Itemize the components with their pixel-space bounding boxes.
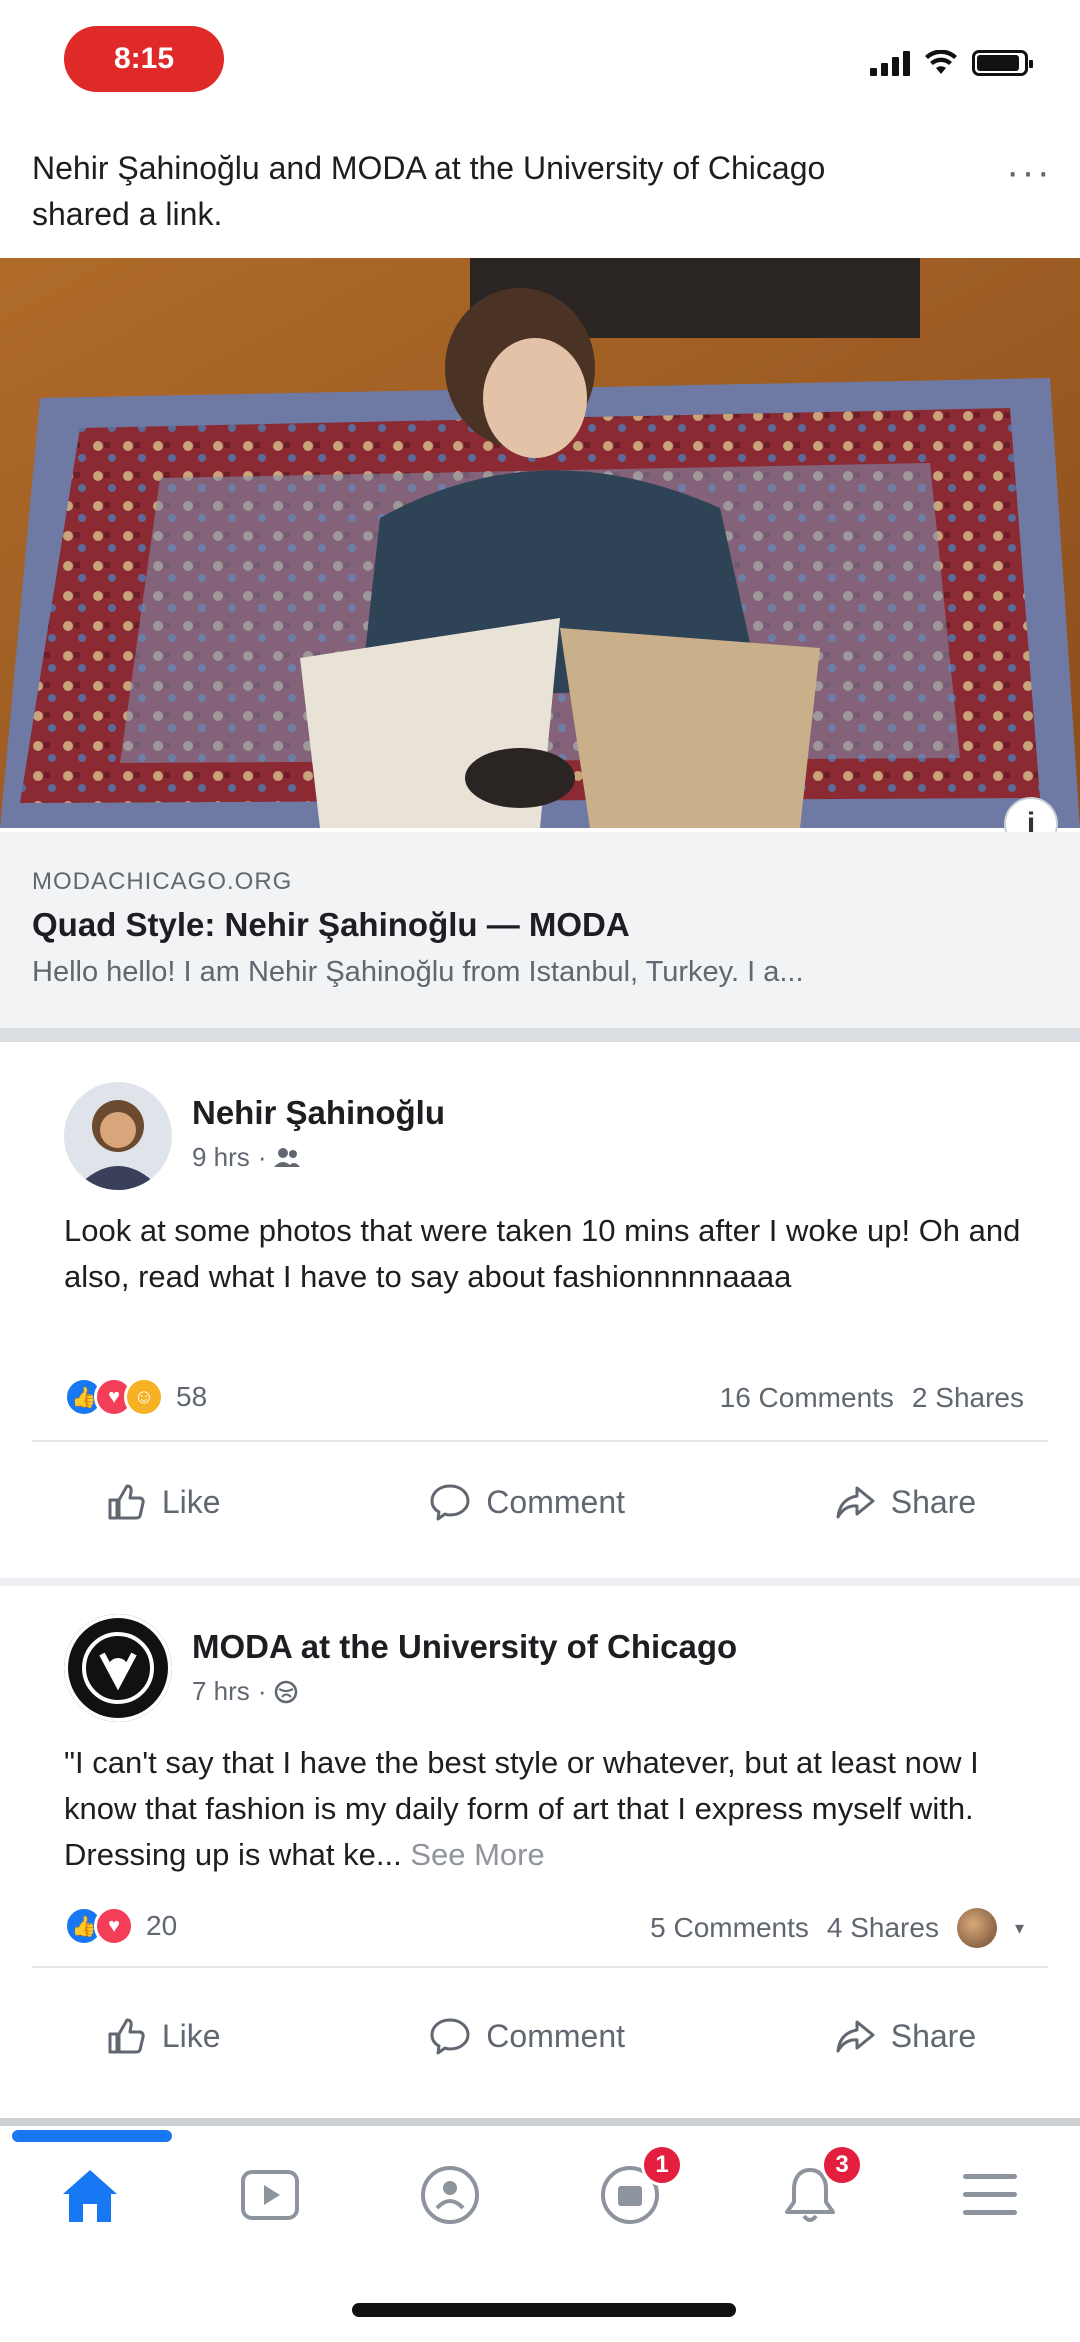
link-description: Hello hello! I am Nehir Şahinoğlu from I…: [32, 956, 804, 988]
post-time[interactable]: 7 hrs: [192, 1676, 250, 1707]
viewer-avatar[interactable]: [956, 1908, 997, 1948]
more-options-button[interactable]: ···: [1006, 150, 1052, 195]
nav-notifications[interactable]: 3: [765, 2144, 863, 2240]
share-icon: [836, 1486, 875, 1519]
home-icon: [63, 2170, 117, 2222]
see-more-link[interactable]: See More: [410, 1837, 544, 1872]
section-divider: [0, 1578, 1080, 1586]
post-text: "I can't say that I have the best style …: [64, 1745, 979, 1872]
watch-icon: [241, 2170, 299, 2220]
nav-groups[interactable]: [405, 2150, 495, 2240]
shared-link-header: Nehir Şahinoğlu and MODA at the Universi…: [32, 150, 826, 232]
bottom-nav: 1 3: [0, 2140, 1080, 2250]
nav-menu[interactable]: [945, 2150, 1035, 2240]
post-author[interactable]: Nehir Şahinoğlu: [192, 1094, 445, 1132]
comment-icon: [430, 1484, 470, 1521]
page-avatar[interactable]: [64, 1614, 172, 1722]
marketplace-badge: 1: [641, 2144, 683, 2186]
menu-icon: [963, 2174, 1017, 2215]
post-actions: Like Comment Share: [0, 1462, 1080, 1542]
post-author[interactable]: MODA at the University of Chicago: [192, 1628, 737, 1666]
haha-reaction-icon: ☺: [124, 1377, 164, 1417]
nav-divider: [0, 2118, 1080, 2126]
like-button[interactable]: Like: [104, 2014, 221, 2058]
reaction-summary[interactable]: 👍 ♥ ☺ 58: [64, 1377, 207, 1417]
comment-icon: [430, 2018, 470, 2055]
notifications-badge: 3: [821, 2144, 863, 2186]
thumbs-up-icon: [108, 1484, 145, 1520]
public-globe-icon: [275, 1680, 298, 1703]
post-time[interactable]: 9 hrs: [192, 1142, 250, 1173]
wifi-icon: [925, 50, 957, 74]
reaction-summary[interactable]: 👍 ♥ 20: [64, 1906, 177, 1946]
post-meta: 9 hrs ·: [192, 1142, 301, 1173]
chevron-down-icon[interactable]: ▾: [1015, 1918, 1024, 1939]
groups-icon: [421, 2166, 479, 2224]
nav-marketplace[interactable]: 1: [585, 2144, 683, 2240]
post-meta: 7 hrs ·: [192, 1676, 298, 1707]
divider: [32, 1440, 1048, 1442]
author-avatar[interactable]: [64, 1082, 172, 1190]
love-reaction-icon: ♥: [94, 1906, 134, 1946]
friends-audience-icon: [274, 1147, 301, 1167]
post-card: MODA at the University of Chicago 7 hrs …: [0, 1586, 1080, 2116]
post-stats: 16 Comments 2 Shares: [720, 1382, 1024, 1414]
share-icon: [836, 2020, 875, 2053]
shares-count[interactable]: 4 Shares: [827, 1912, 939, 1944]
like-button[interactable]: Like: [104, 1480, 221, 1524]
divider: [32, 1966, 1048, 1968]
comments-count[interactable]: 16 Comments: [720, 1382, 894, 1414]
section-divider: [0, 1028, 1080, 1042]
reaction-count: 58: [176, 1381, 208, 1412]
nav-watch[interactable]: [225, 2150, 315, 2240]
status-bar: 8:15: [0, 0, 1080, 120]
share-button[interactable]: Share: [833, 2014, 976, 2058]
link-preview-image[interactable]: [0, 258, 1080, 828]
photo-person-on-rug: [0, 258, 1080, 828]
comment-button[interactable]: Comment: [428, 1480, 625, 1524]
link-preview-card[interactable]: MODACHICAGO.ORG Quad Style: Nehir Şahino…: [0, 832, 1080, 1028]
comments-count[interactable]: 5 Comments: [650, 1912, 809, 1944]
shares-count[interactable]: 2 Shares: [912, 1382, 1024, 1414]
signal-icon: [870, 50, 910, 76]
comment-button[interactable]: Comment: [428, 2014, 625, 2058]
nav-home[interactable]: [45, 2150, 135, 2240]
thumbs-up-icon: [108, 2018, 145, 2054]
home-indicator[interactable]: [352, 2303, 736, 2317]
post-actions: Like Comment Share: [0, 1996, 1080, 2076]
post-text: Look at some photos that were taken 10 m…: [64, 1213, 1021, 1294]
status-icons: [870, 50, 1033, 76]
reaction-count: 20: [146, 1910, 178, 1941]
link-title: Quad Style: Nehir Şahinoğlu — MODA: [32, 906, 630, 943]
status-time: 8:15: [64, 26, 224, 92]
battery-icon: [972, 50, 1033, 76]
link-domain: MODACHICAGO.ORG: [32, 868, 293, 895]
post-card: Nehir Şahinoğlu 9 hrs · Look at some pho…: [0, 1042, 1080, 1582]
post-stats: 5 Comments 4 Shares ▾: [650, 1908, 1024, 1948]
share-button[interactable]: Share: [833, 1480, 976, 1524]
